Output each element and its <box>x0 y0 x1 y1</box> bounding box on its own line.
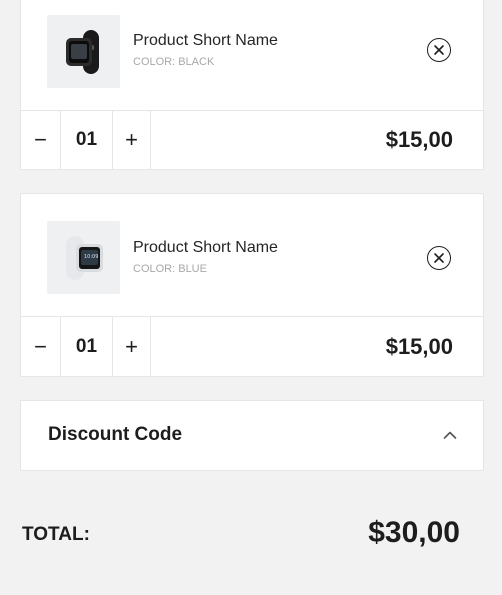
product-name: Product Short Name <box>133 32 278 49</box>
minus-icon: − <box>34 126 47 152</box>
cart-item: 10:09 Product Short Name COLOR: BLUE − 0… <box>20 193 484 377</box>
chevron-up-icon <box>443 431 457 439</box>
item-price: $15,00 <box>385 126 453 152</box>
decrease-quantity-button[interactable]: − <box>21 317 61 376</box>
item-price: $15,00 <box>385 333 453 359</box>
product-thumbnail <box>47 15 120 88</box>
quantity-row: − 01 + $15,00 <box>21 317 483 376</box>
quantity-value: 01 <box>61 317 113 376</box>
decrease-quantity-button[interactable]: − <box>21 110 61 169</box>
product-row: Product Short Name COLOR: BLACK <box>21 0 483 111</box>
product-thumbnail: 10:09 <box>47 221 120 294</box>
minus-icon: − <box>34 333 47 359</box>
plus-icon: + <box>125 333 138 359</box>
product-row: 10:09 Product Short Name COLOR: BLUE <box>21 194 483 317</box>
total-label: TOTAL: <box>22 524 90 545</box>
product-name: Product Short Name <box>133 239 278 256</box>
plus-icon: + <box>125 126 138 152</box>
discount-code-label: Discount Code <box>48 424 183 445</box>
discount-code-toggle[interactable]: Discount Code <box>20 400 484 471</box>
total-value: $30,00 <box>368 516 460 549</box>
remove-item-button[interactable] <box>427 246 451 270</box>
quantity-row: − 01 + $15,00 <box>21 110 483 169</box>
increase-quantity-button[interactable]: + <box>113 110 151 169</box>
svg-text:10:09: 10:09 <box>84 254 98 260</box>
cart-item: Product Short Name COLOR: BLACK − 01 + $… <box>20 0 484 170</box>
black-smartwatch-image <box>65 29 99 74</box>
product-color: COLOR: BLACK <box>133 56 215 68</box>
remove-item-button[interactable] <box>427 38 451 62</box>
white-smartwatch-image: 10:09 <box>65 235 103 280</box>
close-icon <box>434 253 444 263</box>
close-icon <box>434 45 444 55</box>
increase-quantity-button[interactable]: + <box>113 317 151 376</box>
quantity-value: 01 <box>61 110 113 169</box>
product-color: COLOR: BLUE <box>133 263 207 275</box>
